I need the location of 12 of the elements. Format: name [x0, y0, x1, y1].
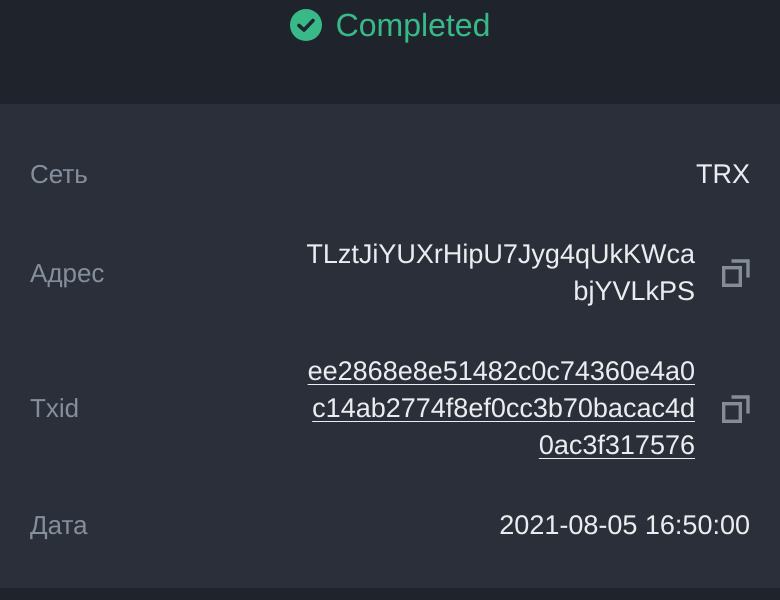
detail-value: TLztJiYUXrHipU7Jyg4qUkKWcabjYVLkPS: [305, 238, 695, 308]
detail-label: Сеть: [30, 158, 88, 191]
check-circle-icon: [290, 9, 322, 41]
copy-icon[interactable]: [722, 394, 750, 422]
status-label: Completed: [336, 6, 490, 44]
detail-label: Txid: [30, 392, 80, 425]
detail-label: Дата: [30, 509, 88, 542]
detail-label: Адрес: [30, 256, 104, 290]
detail-value: TRX: [696, 158, 750, 191]
detail-value: 2021-08-05 16:50:00: [499, 509, 750, 542]
copy-icon[interactable]: [722, 259, 750, 287]
txid-link[interactable]: ee2868e8e51482c0c74360e4a0c14ab2774f8ef0cc3b70bacac4d0ac3f317576: [302, 353, 695, 464]
